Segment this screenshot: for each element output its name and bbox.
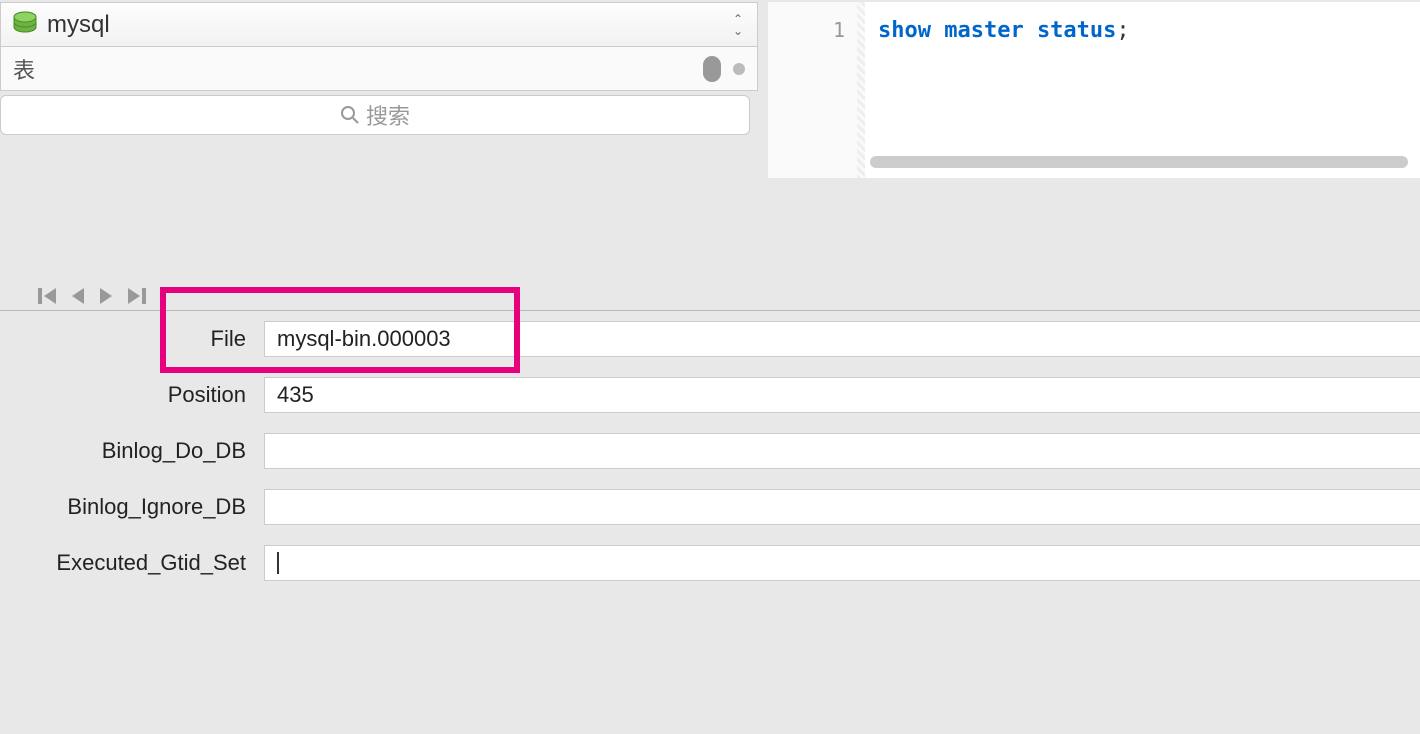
- field-value[interactable]: 435: [264, 377, 1420, 413]
- field-label: Binlog_Do_DB: [0, 438, 264, 464]
- prev-record-icon[interactable]: [70, 288, 86, 304]
- result-row-file: File mysql-bin.000003: [0, 311, 1420, 367]
- results-area: File mysql-bin.000003 Position 435 Binlo…: [0, 311, 1420, 591]
- field-label: Executed_Gtid_Set: [0, 550, 264, 576]
- field-value[interactable]: [264, 433, 1420, 469]
- code-area[interactable]: show master status;: [858, 2, 1420, 178]
- database-icon: [11, 11, 39, 39]
- field-label: File: [0, 326, 264, 352]
- line-number: 1: [833, 18, 845, 42]
- scrollbar-thumb[interactable]: [703, 56, 721, 82]
- sql-editor[interactable]: 1 show master status;: [768, 2, 1420, 178]
- field-label: Position: [0, 382, 264, 408]
- field-label: Binlog_Ignore_DB: [0, 494, 264, 520]
- search-placeholder: 搜索: [366, 99, 410, 131]
- table-label: 表: [13, 53, 703, 85]
- line-gutter: 1: [768, 2, 858, 178]
- next-record-icon[interactable]: [98, 288, 114, 304]
- last-record-icon[interactable]: [126, 288, 146, 304]
- database-name: mysql: [47, 11, 733, 39]
- record-nav-toolbar: [0, 178, 1420, 304]
- database-selector[interactable]: mysql ⌃⌄: [0, 2, 758, 47]
- first-record-icon[interactable]: [38, 288, 58, 304]
- result-row-binlog-ignore-db: Binlog_Ignore_DB: [0, 479, 1420, 535]
- search-icon: [340, 105, 360, 125]
- result-row-position: Position 435: [0, 367, 1420, 423]
- horizontal-scrollbar[interactable]: [870, 156, 1408, 168]
- left-panel: mysql ⌃⌄ 表 搜索: [0, 0, 760, 178]
- result-row-binlog-do-db: Binlog_Do_DB: [0, 423, 1420, 479]
- sql-punct: ;: [1116, 18, 1129, 43]
- sql-keywords: show master status: [878, 18, 1116, 43]
- table-selector[interactable]: 表: [0, 47, 758, 91]
- dot-icon: [733, 63, 745, 75]
- field-value[interactable]: [264, 545, 1420, 581]
- field-value[interactable]: mysql-bin.000003: [264, 321, 1420, 357]
- search-input[interactable]: 搜索: [0, 95, 750, 135]
- field-value[interactable]: [264, 489, 1420, 525]
- result-row-executed-gtid-set: Executed_Gtid_Set: [0, 535, 1420, 591]
- stepper-icon[interactable]: ⌃⌄: [733, 14, 747, 36]
